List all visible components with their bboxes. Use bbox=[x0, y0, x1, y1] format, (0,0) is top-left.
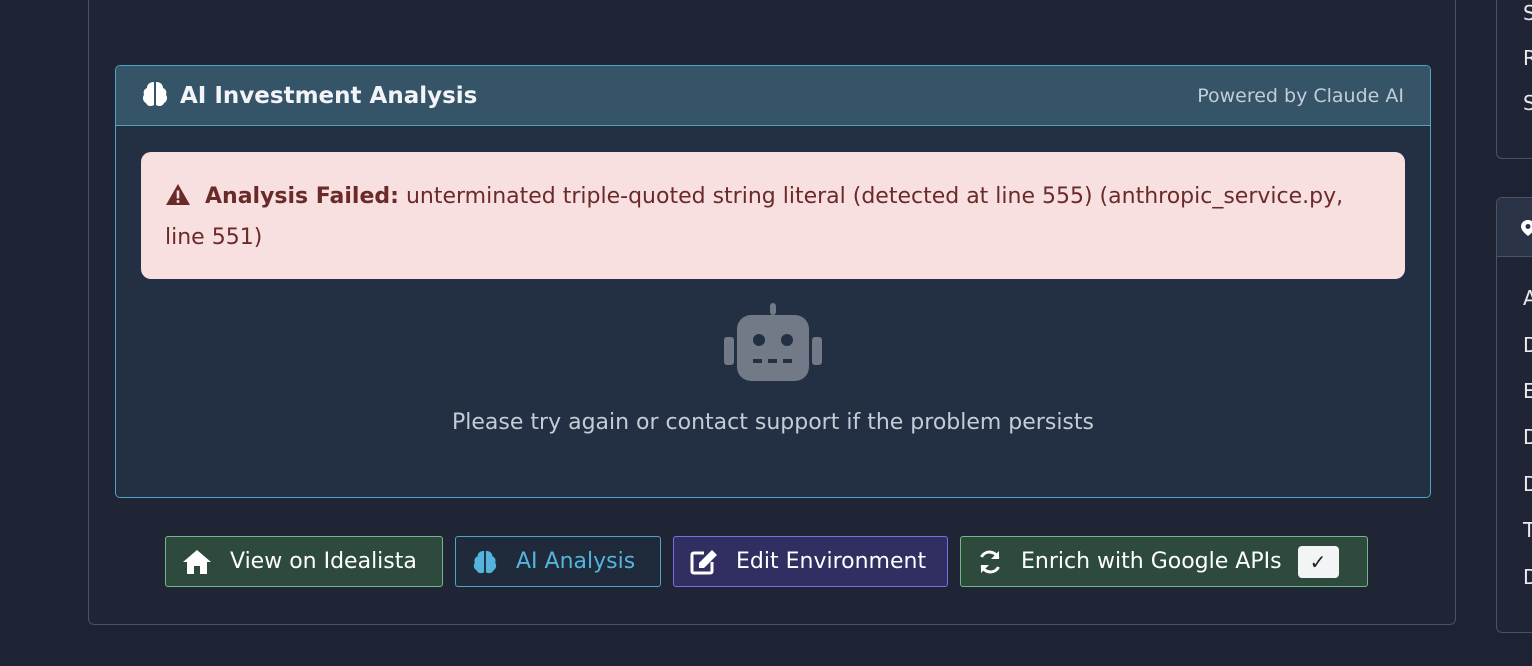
powered-by-label: Powered by Claude AI bbox=[1197, 84, 1404, 107]
side-card-header bbox=[1497, 198, 1532, 257]
ai-analysis-panel: AI Investment Analysis Powered by Claude… bbox=[115, 65, 1431, 498]
side-row-label: D bbox=[1523, 425, 1532, 449]
warning-icon bbox=[165, 181, 191, 219]
refresh-icon bbox=[977, 549, 1003, 575]
side-row-label: R bbox=[1523, 46, 1532, 70]
map-pin-icon bbox=[1521, 220, 1532, 240]
ai-panel-header: AI Investment Analysis Powered by Claude… bbox=[116, 66, 1430, 126]
home-icon bbox=[182, 549, 212, 575]
side-row-label: T bbox=[1523, 518, 1532, 542]
side-row-label: E bbox=[1523, 379, 1532, 403]
retry-message: Please try again or contact support if t… bbox=[452, 410, 1094, 435]
side-location-card: A D E D D T D bbox=[1496, 197, 1532, 633]
side-row-label: D bbox=[1523, 565, 1532, 589]
button-label: Edit Environment bbox=[736, 549, 927, 574]
brain-icon bbox=[142, 80, 168, 112]
button-label: View on Idealista bbox=[230, 549, 417, 574]
button-label: AI Analysis bbox=[516, 549, 636, 574]
edit-environment-button[interactable]: Edit Environment bbox=[673, 536, 948, 587]
brain-icon bbox=[472, 549, 498, 575]
side-row-label: D bbox=[1523, 333, 1532, 357]
button-label: Enrich with Google APIs bbox=[1021, 549, 1282, 574]
side-row-label: D bbox=[1523, 472, 1532, 496]
side-row-label: A bbox=[1523, 286, 1532, 310]
error-alert: Analysis Failed: unterminated triple-quo… bbox=[141, 152, 1405, 279]
panel-title: AI Investment Analysis bbox=[180, 82, 478, 109]
view-on-idealista-button[interactable]: View on Idealista bbox=[165, 536, 443, 587]
enrich-google-apis-button[interactable]: Enrich with Google APIs ✓ bbox=[960, 536, 1368, 587]
side-row-label: S bbox=[1523, 91, 1532, 115]
edit-icon bbox=[690, 549, 718, 575]
robot-icon bbox=[724, 303, 822, 385]
side-info-card: S R S bbox=[1496, 0, 1532, 159]
alert-label: Analysis Failed: bbox=[205, 184, 399, 209]
enriched-check-badge: ✓ bbox=[1297, 545, 1339, 578]
side-row-label: S bbox=[1523, 1, 1532, 25]
ai-analysis-button[interactable]: AI Analysis bbox=[455, 536, 661, 587]
action-buttons: View on Idealista AI Analysis Edit Envir… bbox=[165, 536, 1380, 587]
